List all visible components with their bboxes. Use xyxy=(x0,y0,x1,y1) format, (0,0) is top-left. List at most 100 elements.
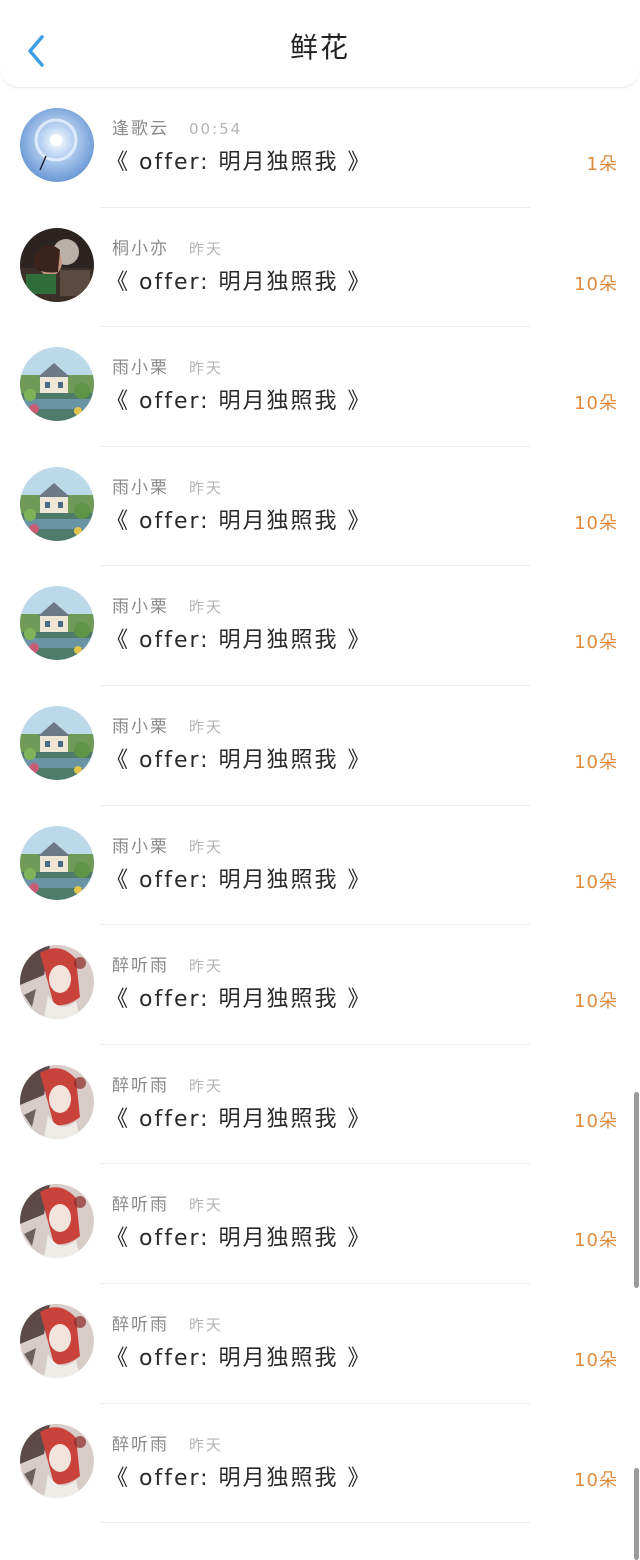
page-title: 鲜花 xyxy=(289,31,350,64)
list-item[interactable]: 醉听雨 昨天 《 offer: 明月独照我 》 10朵 xyxy=(0,925,640,1045)
flower-count: 10朵 xyxy=(574,632,618,654)
avatar[interactable] xyxy=(20,1423,94,1498)
sender-name[interactable]: 雨小栗 xyxy=(112,353,169,378)
timestamp: 昨天 xyxy=(189,957,224,976)
book-title: 《 offer: 明月独照我 》 xyxy=(106,150,372,175)
item-meta: 醉听雨 昨天 xyxy=(112,1430,224,1455)
list-item[interactable]: 雨小栗 昨天 《 offer: 明月独照我 》 10朵 xyxy=(0,447,640,567)
avatar[interactable] xyxy=(20,825,94,900)
book-title: 《 offer: 明月独照我 》 xyxy=(106,1345,372,1371)
flower-count: 10朵 xyxy=(574,1110,618,1132)
couple-portrait-avatar xyxy=(20,227,94,302)
avatar[interactable] xyxy=(20,466,94,541)
avatar[interactable] xyxy=(20,227,94,302)
timestamp: 昨天 xyxy=(189,1196,224,1215)
book-title: 《 offer: 明月独照我 》 xyxy=(106,1465,372,1491)
avatar[interactable] xyxy=(20,705,94,780)
scrollbar-thumb[interactable] xyxy=(634,1092,639,1288)
list-item[interactable]: 桐小亦 昨天 《 offer: 明月独照我 》 10朵 xyxy=(0,208,640,328)
list-item[interactable]: 雨小栗 昨天 《 offer: 明月独照我 》 10朵 xyxy=(0,327,640,447)
avatar[interactable] xyxy=(20,945,94,1020)
red-hair-girl-avatar xyxy=(20,1184,94,1259)
item-meta: 逢歌云 00:54 xyxy=(112,114,243,139)
book-title: 《 offer: 明月独照我 》 xyxy=(106,389,372,415)
avatar[interactable] xyxy=(20,347,94,422)
flower-count: 10朵 xyxy=(574,512,618,534)
list-item[interactable]: 醉听雨 昨天 《 offer: 明月独照我 》 10朵 xyxy=(0,1045,640,1165)
sender-name[interactable]: 逢歌云 xyxy=(112,114,169,139)
book-title: 《 offer: 明月独照我 》 xyxy=(106,867,372,893)
red-hair-girl-avatar xyxy=(20,945,94,1020)
list-item[interactable]: 雨小栗 昨天 《 offer: 明月独照我 》 10朵 xyxy=(0,686,640,806)
timestamp: 00:54 xyxy=(189,120,243,138)
flower-count: 10朵 xyxy=(574,393,618,415)
sender-name[interactable]: 醉听雨 xyxy=(112,1071,169,1096)
red-hair-girl-avatar xyxy=(20,1303,94,1378)
flower-count: 1朵 xyxy=(586,154,618,175)
list-item[interactable]: 醉听雨 昨天 《 offer: 明月独照我 》 10朵 xyxy=(0,1404,640,1524)
flower-count: 10朵 xyxy=(574,1230,618,1252)
sender-name[interactable]: 桐小亦 xyxy=(112,234,169,259)
list-item[interactable]: 雨小栗 昨天 《 offer: 明月独照我 》 10朵 xyxy=(0,806,640,926)
sender-name[interactable]: 醉听雨 xyxy=(112,951,169,976)
sender-name[interactable]: 雨小栗 xyxy=(112,832,169,857)
item-meta: 醉听雨 昨天 xyxy=(112,951,224,976)
cottage-garden-avatar xyxy=(20,825,94,900)
timestamp: 昨天 xyxy=(189,837,224,856)
scrollbar[interactable] xyxy=(632,88,640,1560)
timestamp: 昨天 xyxy=(189,359,224,378)
sender-name[interactable]: 醉听雨 xyxy=(112,1310,169,1335)
avatar[interactable] xyxy=(20,586,94,661)
red-hair-girl-avatar xyxy=(20,1423,94,1498)
item-meta: 醉听雨 昨天 xyxy=(112,1071,224,1096)
list-item[interactable]: 逢歌云 00:54 《 offer: 明月独照我 》 1朵 xyxy=(0,88,640,208)
book-title: 《 offer: 明月独照我 》 xyxy=(106,1106,372,1132)
avatar[interactable] xyxy=(20,108,94,182)
flower-count: 10朵 xyxy=(574,1469,618,1491)
top-nav-bar: 鲜花 xyxy=(0,0,640,88)
avatar[interactable] xyxy=(20,1064,94,1139)
red-hair-girl-avatar xyxy=(20,1064,94,1139)
timestamp: 昨天 xyxy=(189,478,224,497)
book-title: 《 offer: 明月独照我 》 xyxy=(106,987,372,1013)
flower-count: 10朵 xyxy=(574,871,618,893)
sender-name[interactable]: 雨小栗 xyxy=(112,712,169,737)
timestamp: 昨天 xyxy=(189,1076,224,1095)
book-title: 《 offer: 明月独照我 》 xyxy=(106,628,372,654)
avatar[interactable] xyxy=(20,1184,94,1259)
book-title: 《 offer: 明月独照我 》 xyxy=(106,508,372,534)
list-item[interactable]: 醉听雨 昨天 《 offer: 明月独照我 》 10朵 xyxy=(0,1284,640,1404)
scrollbar-thumb-lower[interactable] xyxy=(634,1468,639,1560)
timestamp: 昨天 xyxy=(189,598,224,617)
cottage-garden-avatar xyxy=(20,466,94,541)
flower-gift-list: 逢歌云 00:54 《 offer: 明月独照我 》 1朵 桐小亦 昨天 《 o… xyxy=(0,88,640,1524)
item-meta: 雨小栗 昨天 xyxy=(112,473,224,498)
flower-count: 10朵 xyxy=(574,991,618,1013)
book-title: 《 offer: 明月独照我 》 xyxy=(106,1226,372,1252)
flower-count: 10朵 xyxy=(574,751,618,773)
item-meta: 雨小栗 昨天 xyxy=(112,592,224,617)
avatar[interactable] xyxy=(20,1303,94,1378)
divider xyxy=(100,1522,530,1524)
book-title: 《 offer: 明月独照我 》 xyxy=(106,269,372,295)
timestamp: 昨天 xyxy=(189,239,224,258)
book-title: 《 offer: 明月独照我 》 xyxy=(106,747,372,773)
cottage-garden-avatar xyxy=(20,705,94,780)
timestamp: 昨天 xyxy=(189,1435,224,1454)
timestamp: 昨天 xyxy=(189,1315,224,1334)
cottage-garden-avatar xyxy=(20,347,94,422)
item-meta: 醉听雨 昨天 xyxy=(112,1310,224,1335)
list-item[interactable]: 雨小栗 昨天 《 offer: 明月独照我 》 10朵 xyxy=(0,566,640,686)
list-item[interactable]: 醉听雨 昨天 《 offer: 明月独照我 》 10朵 xyxy=(0,1164,640,1284)
sender-name[interactable]: 醉听雨 xyxy=(112,1430,169,1455)
sender-name[interactable]: 雨小栗 xyxy=(112,473,169,498)
sender-name[interactable]: 雨小栗 xyxy=(112,592,169,617)
flower-count: 10朵 xyxy=(574,1349,618,1371)
item-meta: 醉听雨 昨天 xyxy=(112,1190,224,1215)
item-meta: 桐小亦 昨天 xyxy=(112,234,224,259)
item-meta: 雨小栗 昨天 xyxy=(112,832,224,857)
cottage-garden-avatar xyxy=(20,586,94,661)
item-meta: 雨小栗 昨天 xyxy=(112,712,223,737)
item-meta: 雨小栗 昨天 xyxy=(112,353,224,378)
sender-name[interactable]: 醉听雨 xyxy=(112,1190,169,1215)
